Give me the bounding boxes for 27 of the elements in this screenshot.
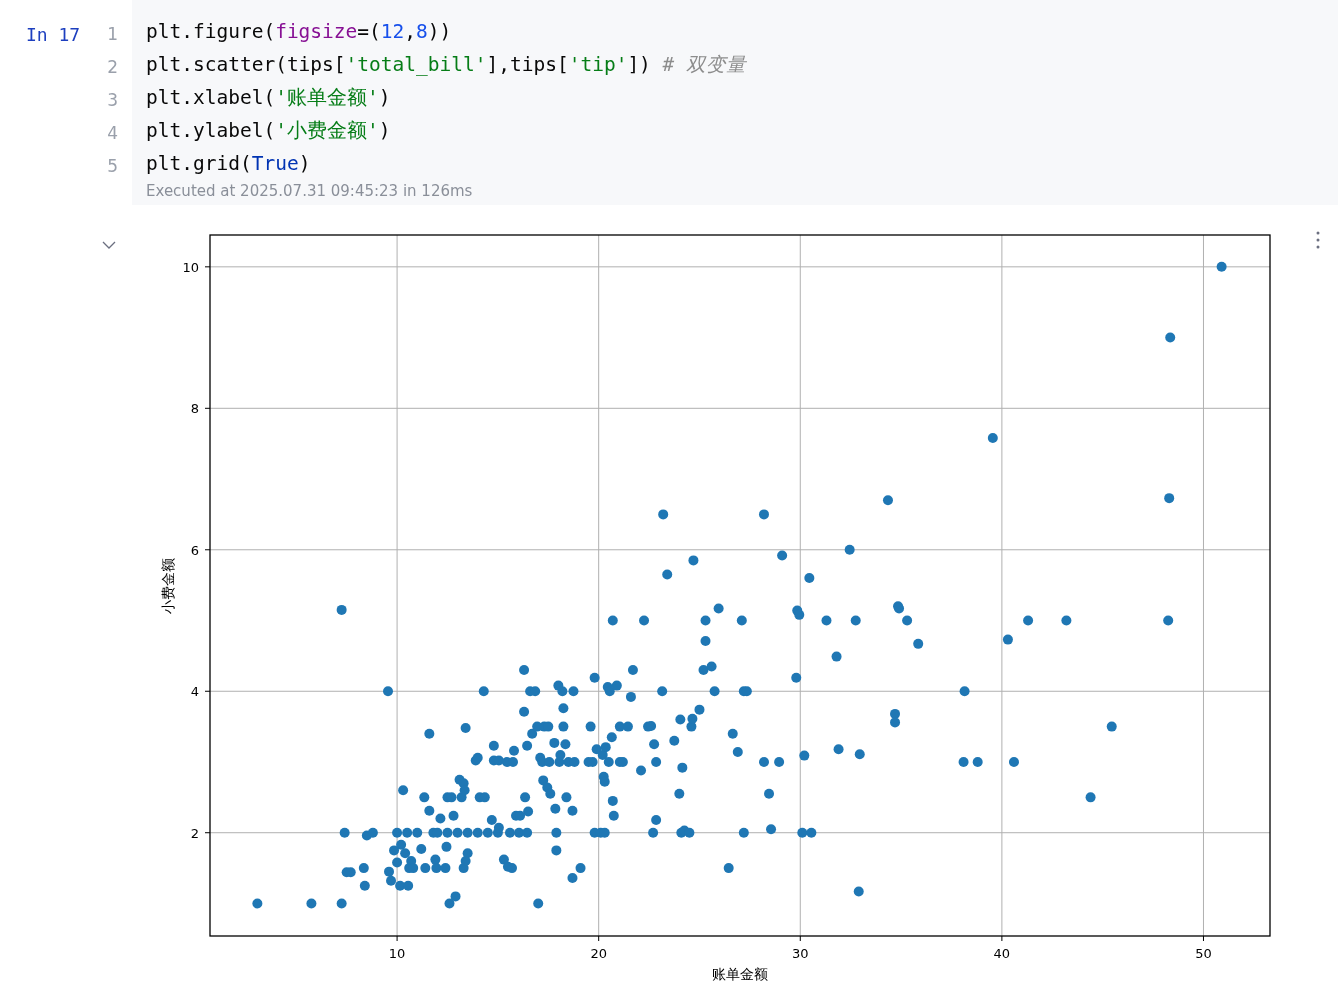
tick-label: 4: [190, 684, 199, 700]
code-line: plt.xlabel('账单金额'): [146, 85, 392, 111]
line-number: 1: [106, 23, 118, 46]
tick-label: 30: [792, 946, 809, 961]
collapse-chevron-icon[interactable]: [102, 241, 116, 249]
tick-label: 8: [190, 401, 199, 417]
tick-label: 10: [182, 259, 199, 275]
tick-label: 2: [190, 825, 199, 841]
tick-label: 6: [190, 542, 199, 558]
code-line: plt.scatter(tips['total_bill'],tips['tip']) # 双变量: [146, 52, 748, 78]
tick-label: 10: [388, 946, 406, 961]
line-number: 4: [106, 122, 118, 145]
tick-label: 40: [993, 946, 1011, 961]
execution-status: Executed at 2025.07.31 09:45:23 in 126ms: [146, 181, 474, 202]
code-line: plt.ylabel('小费金额'): [146, 118, 392, 144]
cell-prompt: In 17: [26, 24, 81, 45]
line-number: 5: [106, 155, 118, 178]
y-axis-label: 小费金额: [160, 557, 176, 614]
line-number: 2: [106, 56, 118, 79]
x-axis-label: 账单金额: [712, 966, 768, 982]
code-editor[interactable]: plt.figure(figsize=(12,8)) plt.scatter(tips['total_bill'],tips['tip']) # 双变量 plt.xlabel('账单金额') plt.ylabel('小费金额') plt.grid(True) Executed at 2025.07.31 09:45:23 in 126ms: [132, 0, 1338, 205]
code-line: plt.figure(figsize=(12,8)): [146, 19, 453, 45]
more-options-icon[interactable]: [1316, 231, 1320, 249]
tick-label: 20: [590, 946, 607, 961]
line-number: 3: [106, 89, 118, 112]
tick-label: 50: [1195, 946, 1212, 961]
code-line: plt.grid(True): [146, 151, 312, 177]
